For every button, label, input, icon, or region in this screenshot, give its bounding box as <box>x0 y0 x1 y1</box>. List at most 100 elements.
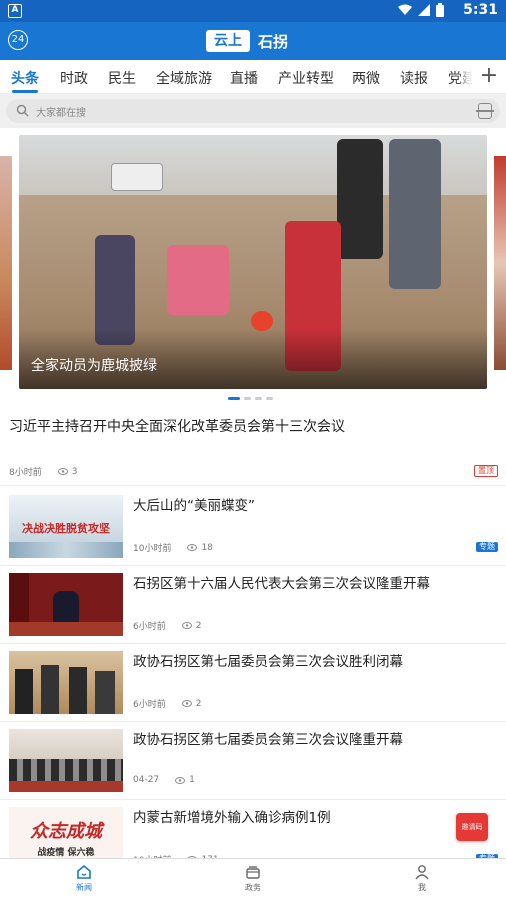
news-time: 8小时前 <box>9 468 42 478</box>
eye-icon <box>175 776 186 784</box>
nav-government[interactable]: 政务 <box>223 864 283 893</box>
news-thumbnail <box>9 729 123 792</box>
news-meta: 10小时前 18 <box>133 541 213 555</box>
carousel-dot[interactable] <box>255 397 262 400</box>
invite-code-button[interactable]: 邀请码 <box>456 813 488 841</box>
banner-slide[interactable]: 全家动员为鹿城披绿 <box>19 135 487 389</box>
news-meta: 04-27 1 <box>133 775 195 785</box>
news-views: 2 <box>181 621 201 631</box>
person-icon <box>415 865 429 880</box>
tab-tourism[interactable]: 全域旅游 <box>156 68 212 88</box>
carousel-dots <box>228 397 273 400</box>
nav-label: 新闻 <box>76 883 92 892</box>
thumbnail-figure <box>41 665 59 714</box>
news-views: 3 <box>57 466 78 477</box>
thumbnail-figure <box>95 671 115 714</box>
news-thumbnail <box>9 573 123 636</box>
eye-icon <box>57 468 68 475</box>
news-title: 石拐区第十六届人民代表大会第三次会议隆重开幕 <box>133 576 430 592</box>
search-placeholder: 大家都在搜 <box>36 108 86 119</box>
nav-news[interactable]: 新闻 <box>54 864 114 893</box>
topic-badge: 专题 <box>476 542 498 552</box>
news-meta: 8小时前 3 <box>9 465 78 479</box>
person-pink-jacket <box>167 245 229 315</box>
tab-livelihood[interactable]: 民生 <box>108 68 136 88</box>
slide-van <box>111 163 163 191</box>
news-views: 18 <box>187 542 213 553</box>
tab-newspaper[interactable]: 读报 <box>400 68 428 88</box>
add-channel-icon[interactable]: + <box>472 60 506 93</box>
logo-text: 石拐 <box>258 32 289 51</box>
news-meta: 6小时前 2 <box>133 697 202 711</box>
news-time: 6小时前 <box>133 622 166 632</box>
eye-icon <box>187 544 198 551</box>
news-views: 1 <box>175 775 195 785</box>
person-adult-dark <box>337 139 383 259</box>
thumbnail-text: 决战决胜脱贫攻坚 <box>22 522 110 535</box>
news-title: 习近平主持召开中央全面深化改革委员会第十三次会议 <box>9 419 345 435</box>
channel-tabs: 头条 时政 民生 全域旅游 直播 产业转型 两微 读报 党建 + <box>0 60 506 94</box>
thumbnail-figure <box>15 669 33 714</box>
scan-icon[interactable] <box>476 103 494 119</box>
news-time: 04-27 <box>133 775 160 785</box>
news-item[interactable]: 政协石拐区第七届委员会第三次会议隆重开幕 04-27 1 <box>0 722 506 800</box>
nav-label: 我 <box>418 883 426 892</box>
tab-headlines[interactable]: 头条 <box>11 68 39 88</box>
app-header: 24 云上 石拐 <box>0 22 506 60</box>
nav-label: 政务 <box>245 883 261 892</box>
layers-icon <box>246 866 260 879</box>
person-adult-grey <box>389 139 441 289</box>
bottom-navigation: 新闻 政务 我 <box>0 858 506 900</box>
banner-caption: 全家动员为鹿城披绿 <box>31 358 157 374</box>
next-slide-preview[interactable] <box>494 156 506 370</box>
news-meta: 6小时前 2 <box>133 619 201 633</box>
prev-slide-preview[interactable] <box>0 156 12 370</box>
home-icon <box>77 864 91 879</box>
news-title: 政协石拐区第七届委员会第三次会议隆重开幕 <box>133 732 403 748</box>
clock: 5:31 <box>463 2 498 18</box>
pinned-badge: 置顶 <box>474 465 498 477</box>
logo-box: 云上 <box>206 30 250 52</box>
thumbnail-audience <box>9 759 123 781</box>
battery-icon <box>436 3 444 17</box>
news-item[interactable]: 石拐区第十六届人民代表大会第三次会议隆重开幕 6小时前 2 <box>0 566 506 644</box>
thumbnail-table <box>9 781 123 792</box>
news-title: 内蒙古新增境外输入确诊病例1例 <box>133 810 331 826</box>
app-logo: 云上 石拐 <box>206 29 288 53</box>
status-icons <box>398 3 444 17</box>
carousel-dot[interactable] <box>266 397 273 400</box>
news-item[interactable]: 决战决胜脱贫攻坚 大后山的“美丽蝶变” 10小时前 18 专题 <box>0 488 506 566</box>
news-item[interactable]: 政协石拐区第七届委员会第三次会议胜利闭幕 6小时前 2 <box>0 644 506 722</box>
news-view-count: 3 <box>71 466 78 477</box>
24-hour-icon[interactable]: 24 <box>8 30 28 50</box>
news-time: 10小时前 <box>133 544 172 554</box>
wifi-icon <box>398 4 412 15</box>
news-views: 2 <box>181 698 202 709</box>
thumbnail-text: 众志成城 <box>30 821 102 842</box>
news-view-count: 1 <box>189 775 195 785</box>
search-icon <box>16 104 29 117</box>
thumbnail-figure <box>69 667 87 714</box>
news-view-count: 18 <box>201 542 213 553</box>
pinned-news-item[interactable]: 习近平主持召开中央全面深化改革委员会第十三次会议 8小时前 3 置顶 <box>0 410 506 486</box>
nav-me[interactable]: 我 <box>392 864 452 893</box>
banner-carousel[interactable]: 全家动员为鹿城披绿 <box>0 128 506 410</box>
eye-icon <box>181 622 192 629</box>
news-thumbnail <box>9 651 123 714</box>
tab-industry[interactable]: 产业转型 <box>278 68 334 88</box>
news-title: 政协石拐区第七届委员会第三次会议胜利闭幕 <box>133 654 403 670</box>
search-input[interactable]: 大家都在搜 <box>6 99 500 123</box>
search-bar: 大家都在搜 <box>0 94 506 128</box>
news-title: 大后山的“美丽蝶变” <box>133 498 255 514</box>
tab-politics[interactable]: 时政 <box>60 68 88 88</box>
signal-icon <box>418 4 430 16</box>
tab-weibo-wechat[interactable]: 两微 <box>352 68 380 88</box>
red-bucket <box>251 311 273 331</box>
carousel-dot[interactable] <box>228 397 240 400</box>
carousel-dot[interactable] <box>244 397 251 400</box>
notification-icon: A <box>8 4 22 18</box>
news-view-count: 2 <box>195 698 202 709</box>
news-time: 6小时前 <box>133 700 166 710</box>
eye-icon <box>181 700 192 707</box>
tab-live[interactable]: 直播 <box>230 68 258 88</box>
